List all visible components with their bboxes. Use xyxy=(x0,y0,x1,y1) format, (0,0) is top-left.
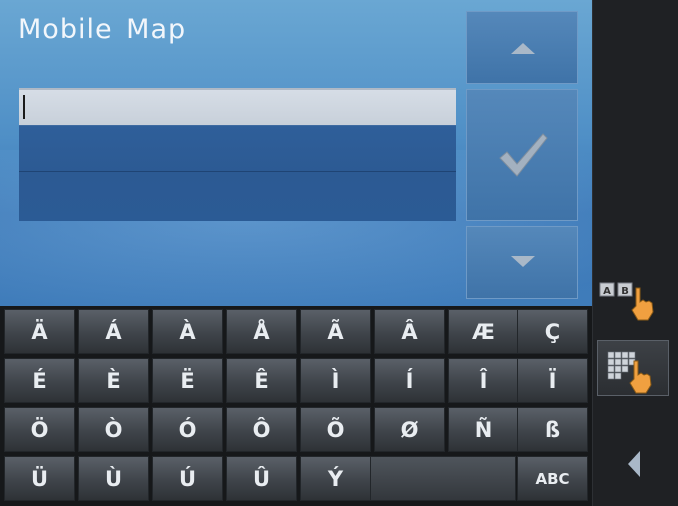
key[interactable]: Í xyxy=(374,358,445,403)
key[interactable]: Â xyxy=(374,309,445,354)
ab-keyboard-pointer-icon: A B xyxy=(599,282,654,321)
grid-keyboard-mode-button[interactable] xyxy=(597,340,669,396)
keyboard: Ä Á À Å Ã Â Æ Ç É È Ë Ê Ì Í Î Ï Ö Ò Ó Ô … xyxy=(0,306,592,506)
confirm-button[interactable] xyxy=(466,89,578,221)
triangle-down-icon xyxy=(511,256,535,267)
key[interactable]: Ú xyxy=(152,456,223,501)
ab-keyboard-mode-button[interactable]: A B xyxy=(598,276,674,322)
key[interactable]: Æ xyxy=(448,309,519,354)
suggestion-list[interactable] xyxy=(19,125,456,221)
key[interactable]: Ã xyxy=(300,309,371,354)
key[interactable]: Ö xyxy=(4,407,75,452)
key[interactable]: È xyxy=(78,358,149,403)
right-rail xyxy=(592,0,678,506)
text-cursor-wrap xyxy=(19,88,39,125)
key[interactable]: Ü xyxy=(4,456,75,501)
key[interactable]: Ò xyxy=(78,407,149,452)
key[interactable]: Û xyxy=(226,456,297,501)
key[interactable]: Ó xyxy=(152,407,223,452)
key[interactable]: Ì xyxy=(300,358,371,403)
key-a-label: A xyxy=(603,286,611,297)
back-button[interactable] xyxy=(610,440,660,490)
key[interactable]: Õ xyxy=(300,407,371,452)
key[interactable]: Ø xyxy=(374,407,445,452)
space-key[interactable] xyxy=(370,456,516,501)
key[interactable]: Å xyxy=(226,309,297,354)
key[interactable]: É xyxy=(4,358,75,403)
key[interactable]: Ô xyxy=(226,407,297,452)
key[interactable]: Ä xyxy=(4,309,75,354)
abc-key[interactable]: ABC xyxy=(517,456,588,501)
key[interactable]: Ñ xyxy=(448,407,519,452)
check-icon xyxy=(499,133,548,177)
app-title: Mobile Map xyxy=(18,14,187,45)
key[interactable]: À xyxy=(152,309,223,354)
key[interactable]: Á xyxy=(78,309,149,354)
scroll-down-button[interactable] xyxy=(466,226,578,299)
key[interactable]: Ï xyxy=(517,358,588,403)
scroll-up-button[interactable] xyxy=(466,11,578,84)
input-pane: Mobile Map xyxy=(0,0,592,306)
triangle-up-icon xyxy=(511,43,535,54)
key[interactable]: Ç xyxy=(517,309,588,354)
key-b-label: B xyxy=(621,286,629,297)
key[interactable]: Ê xyxy=(226,358,297,403)
key[interactable]: Ý xyxy=(300,456,371,501)
navigation-screen: Mobile Map A B Ä Á À Å Ã Â Æ Ç É È Ë Ê Ì… xyxy=(0,0,678,506)
key[interactable]: Î xyxy=(448,358,519,403)
text-cursor xyxy=(23,95,25,119)
search-input[interactable] xyxy=(19,88,456,125)
key[interactable]: Ë xyxy=(152,358,223,403)
key[interactable]: Ù xyxy=(78,456,149,501)
key[interactable]: ß xyxy=(517,407,588,452)
triangle-left-icon xyxy=(628,451,640,477)
grid-keyboard-pointer-icon xyxy=(607,351,652,394)
